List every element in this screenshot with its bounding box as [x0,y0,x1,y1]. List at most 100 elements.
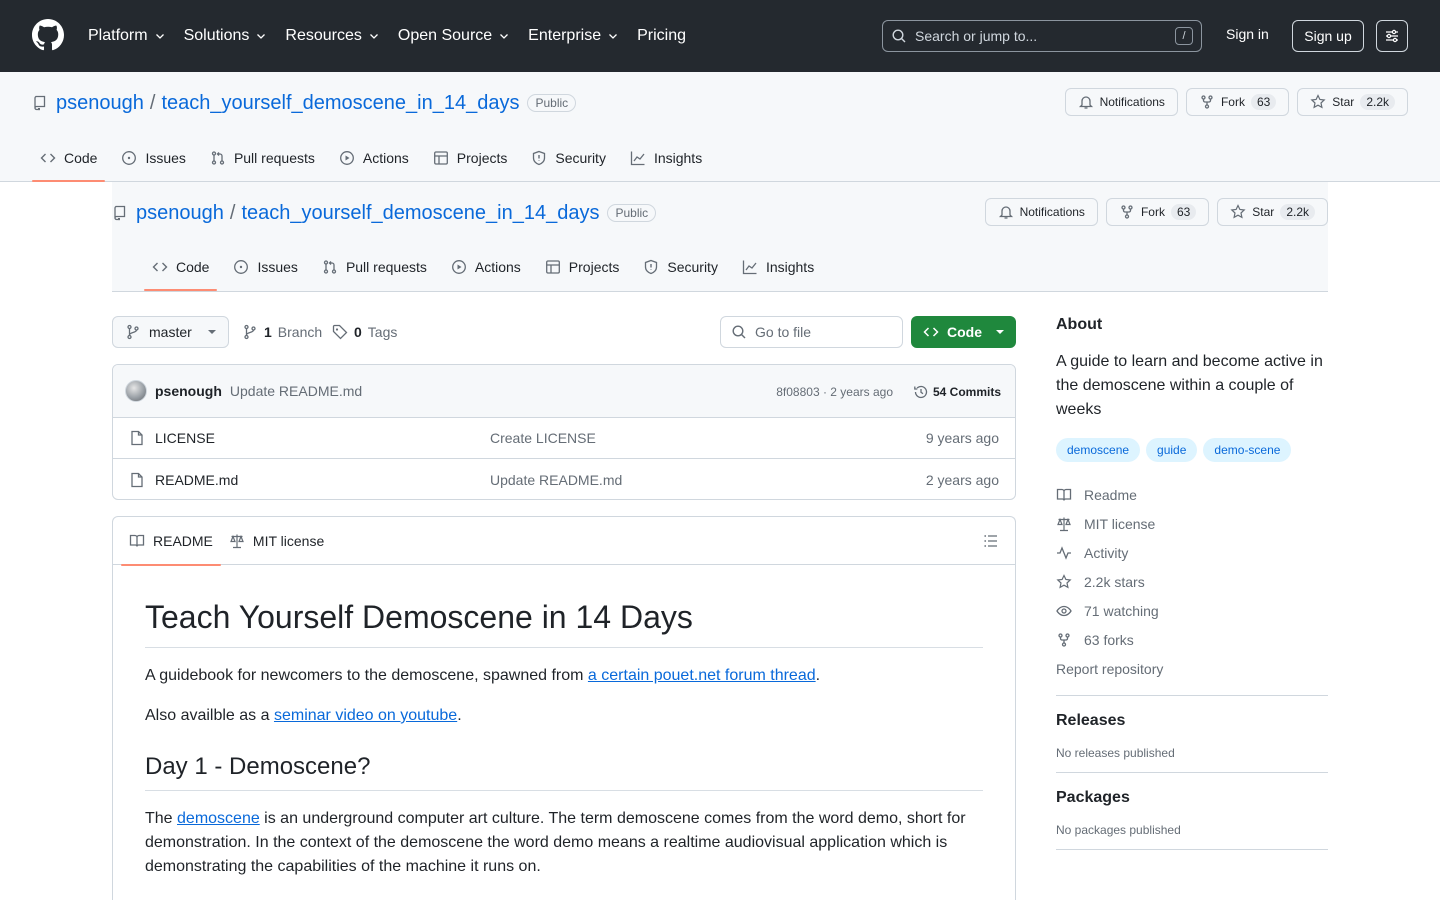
forks-link[interactable]: 63 forks [1056,625,1328,654]
sign-in-link[interactable]: Sign in [1226,26,1269,42]
tab-security[interactable]: Security [523,134,614,182]
report-repository-link[interactable]: Report repository [1056,654,1328,683]
file-name[interactable]: LICENSE [155,430,215,446]
code-dropdown-button[interactable]: Code [911,316,1016,348]
file-date: 2 years ago [925,471,999,488]
branches-link[interactable]: 1 Branch [242,316,322,348]
tab-projects[interactable]: Projects [425,134,516,182]
packages-heading[interactable]: Packages [1056,789,1328,807]
tab-pull-requests[interactable]: Pull requests [202,134,323,182]
license-link[interactable]: MIT license [1056,509,1328,538]
global-nav: Platform Solutions Resources Open Source… [88,0,686,72]
nav-platform[interactable]: Platform [88,27,166,45]
tab-security[interactable]: Security [635,243,726,291]
watchers-link[interactable]: 71 watching [1056,596,1328,625]
commit-hash-time[interactable]: 8f08803 · 2 years ago [776,365,893,418]
fork-label: Fork [1140,205,1165,219]
repo-name-link[interactable]: teach_yourself_demoscene_in_14_days [161,92,519,115]
repo-name-link[interactable]: teach_yourself_demoscene_in_14_days [241,202,599,225]
repo-owner-link[interactable]: psenough [136,202,224,225]
topic-tag[interactable]: demoscene [1056,438,1141,462]
nav-pricing[interactable]: Pricing [637,27,686,45]
text-segment: Also availble as a [145,707,274,724]
tab-actions[interactable]: Actions [443,243,529,291]
settings-menu-button[interactable] [1376,20,1408,52]
commit-message[interactable]: Update README.md [230,383,362,399]
notifications-button[interactable]: Notifications [984,198,1098,226]
repo-header: psenough / teach_yourself_demoscene_in_1… [0,72,1440,182]
repo-header-secondary: psenough / teach_yourself_demoscene_in_1… [112,182,1328,292]
releases-heading[interactable]: Releases [1056,712,1328,730]
list-toc-icon[interactable] [983,533,999,549]
repo-owner-link[interactable]: psenough [56,92,144,115]
tab-code[interactable]: Code [144,243,218,291]
tab-label: Code [64,150,98,166]
readme-paragraph: A guidebook for newcomers to the demosce… [145,664,983,688]
tab-pull-requests[interactable]: Pull requests [314,243,435,291]
nav-open-source[interactable]: Open Source [398,27,510,45]
nav-solutions[interactable]: Solutions [184,27,268,45]
shield-icon [533,150,546,166]
tab-actions[interactable]: Actions [331,134,417,182]
tab-issues[interactable]: Issues [225,243,305,291]
tab-label: Pull requests [345,259,427,275]
file-commit-message[interactable]: Create LICENSE [490,430,596,446]
tab-label: Code [176,259,210,275]
star-label: Star [1252,205,1275,219]
fork-count: 63 [1170,204,1197,220]
tab-label: Issues [145,150,186,166]
topics-list: demoscene guide demo-scene [1056,438,1328,462]
eye-icon [1056,605,1072,616]
notifications-button[interactable]: Notifications [1064,88,1178,116]
go-to-file-input[interactable]: Go to file [720,316,903,348]
readme-link[interactable]: Readme [1056,480,1328,509]
tab-projects[interactable]: Projects [537,243,628,291]
tab-insights[interactable]: Insights [734,243,822,291]
bell-icon [1078,96,1093,109]
commits-link[interactable]: 54 Commits [913,365,1001,418]
about-heading: About [1056,316,1103,333]
stars-link[interactable]: 2.2k stars [1056,567,1328,596]
tab-code[interactable]: Code [32,134,106,182]
tab-issues[interactable]: Issues [113,134,193,182]
global-search-input[interactable]: Search or jump to... / [882,20,1202,52]
branch-icon [127,324,139,340]
bell-icon [998,206,1013,219]
pouet-thread-link[interactable]: a certain pouet.net forum thread [588,667,816,684]
about-description: A guide to learn and become active in th… [1056,353,1323,418]
tab-label: Insights [653,150,703,166]
tab-readme[interactable]: README [121,517,221,566]
sign-up-button[interactable]: Sign up [1292,20,1364,52]
branch-selector[interactable]: master [112,316,229,348]
shield-icon [645,259,658,275]
file-name[interactable]: README.md [155,472,238,488]
star-button[interactable]: Star 2.2k [1297,88,1408,116]
star-button[interactable]: Star 2.2k [1217,198,1328,226]
notifications-label: Notifications [1019,205,1085,219]
avatar[interactable] [125,380,147,402]
fork-button[interactable]: Fork 63 [1185,88,1290,116]
tab-license[interactable]: MIT license [221,517,332,565]
sliders-icon [1386,29,1398,43]
repo-header-inner: psenough / teach_yourself_demoscene_in_1… [32,72,1408,182]
tag-label: Tags [367,324,398,340]
link-label: 63 forks [1084,631,1134,648]
commit-author[interactable]: psenough [155,383,222,399]
youtube-video-link[interactable]: seminar video on youtube [274,707,457,724]
tags-link[interactable]: 0 Tags [332,316,397,348]
nav-label: Platform [88,27,148,44]
visibility-badge: Public [607,204,657,222]
tab-insights[interactable]: Insights [622,134,710,182]
fork-button[interactable]: Fork 63 [1105,198,1210,226]
file-commit-message[interactable]: Update README.md [490,472,622,488]
nav-label: Resources [285,27,362,44]
divider [1056,772,1328,773]
nav-enterprise[interactable]: Enterprise [528,27,619,45]
github-logo-icon[interactable] [32,19,64,51]
activity-link[interactable]: Activity [1056,538,1328,567]
topic-tag[interactable]: guide [1146,438,1198,462]
demoscene-link[interactable]: demoscene [177,810,260,827]
text-segment: A guidebook for newcomers to the demosce… [145,667,588,684]
topic-tag[interactable]: demo-scene [1203,438,1292,462]
nav-resources[interactable]: Resources [285,27,379,45]
